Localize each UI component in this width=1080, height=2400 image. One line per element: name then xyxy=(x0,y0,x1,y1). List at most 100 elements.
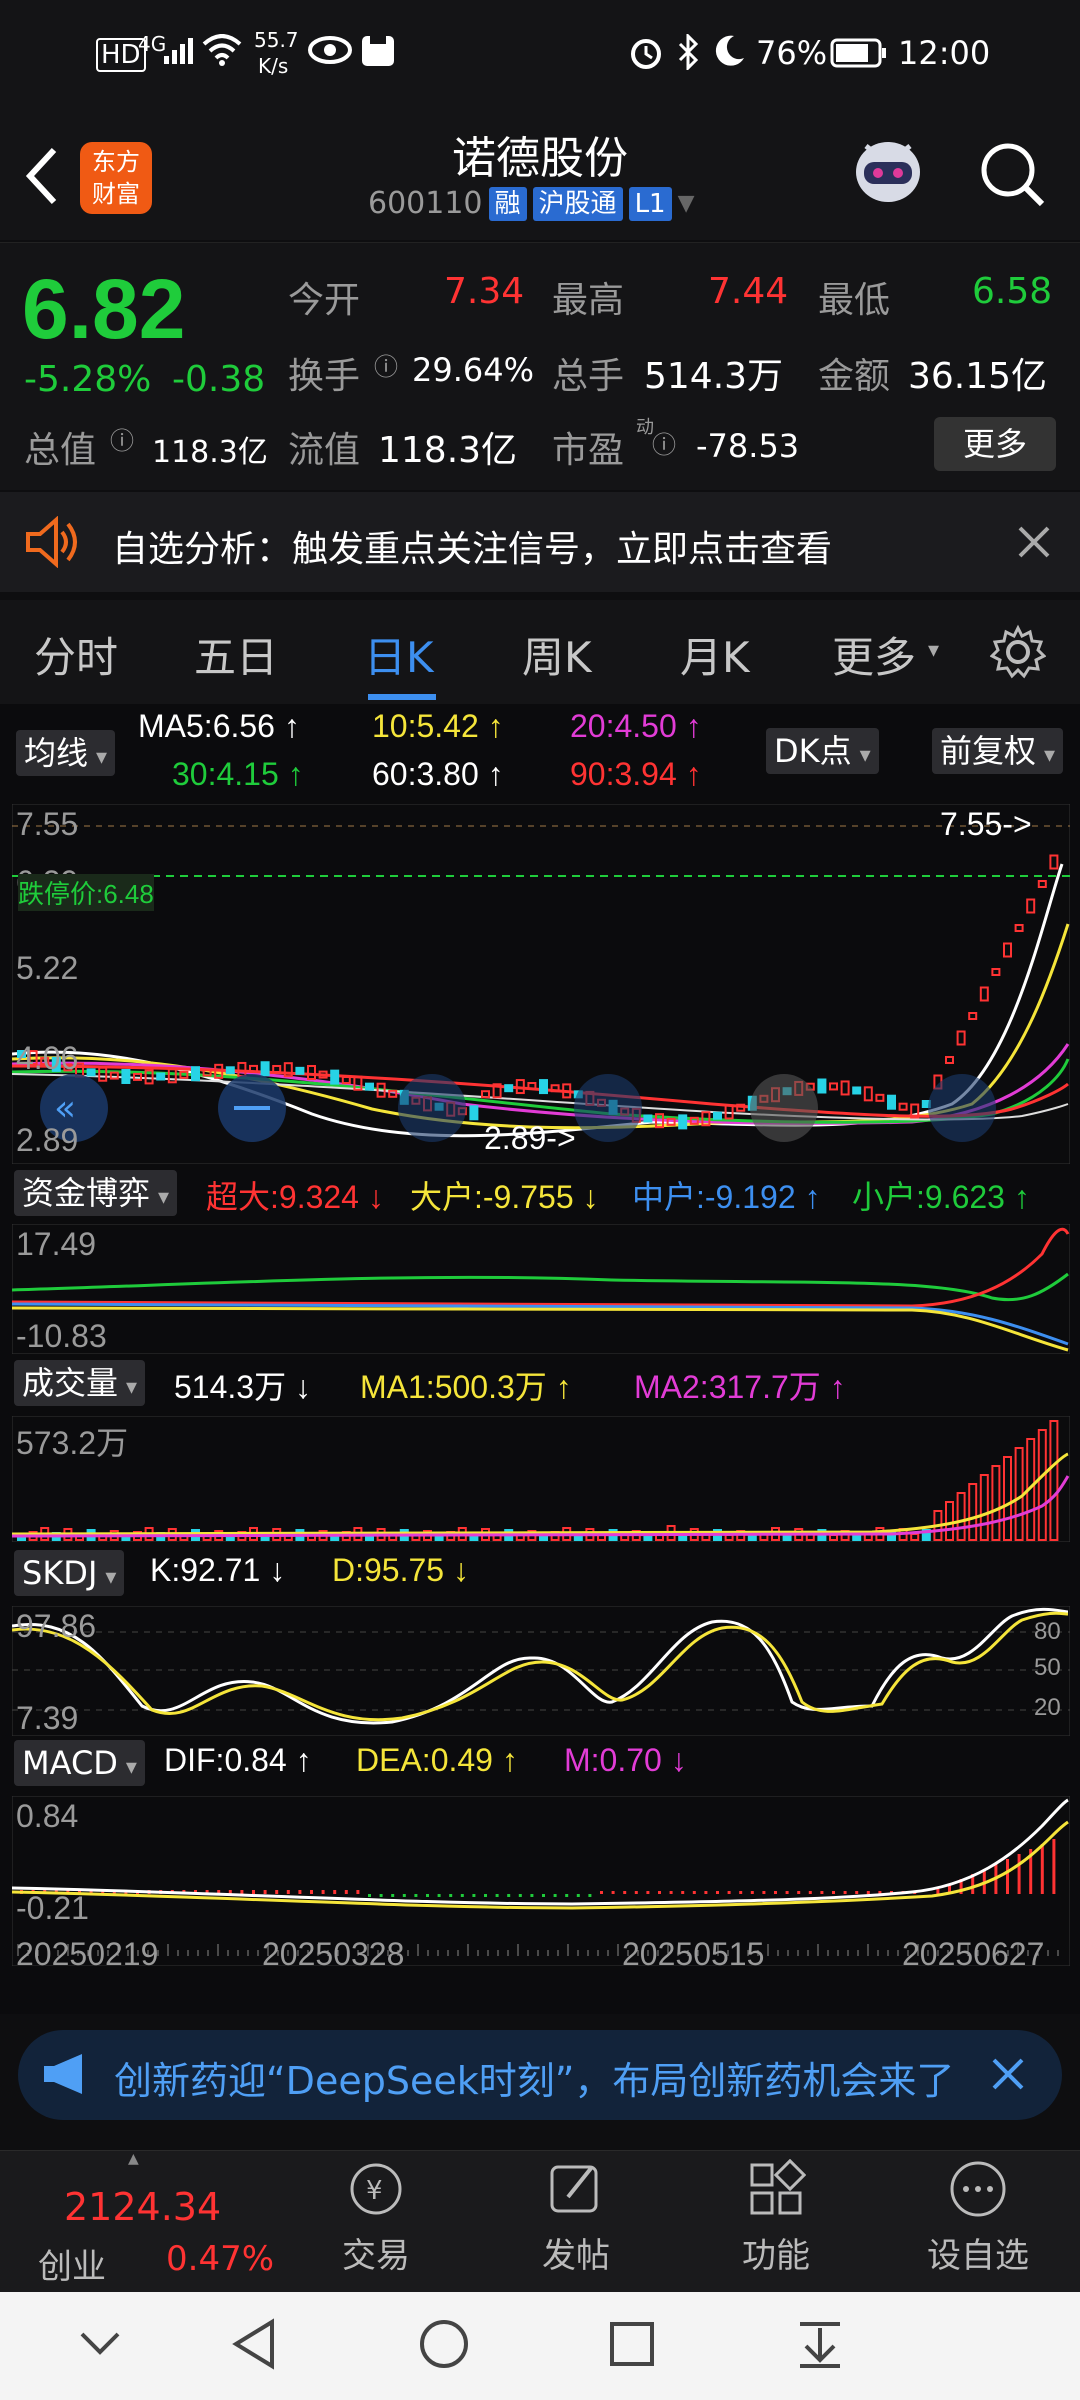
nav-add-watchlist[interactable]: 设自选 xyxy=(898,2159,1058,2277)
macd-bar xyxy=(507,1894,511,1897)
index-name: 创业 xyxy=(38,2247,106,2287)
chevron-down-icon[interactable]: ▼ xyxy=(678,191,695,216)
more-button[interactable]: 更多 xyxy=(934,417,1056,471)
macd-bar xyxy=(1017,1854,1021,1894)
grid-icon xyxy=(750,2158,807,2215)
info-icon[interactable]: ⓘ xyxy=(652,425,676,460)
volume-ma2-label: MA2:317.7万 ↑ xyxy=(634,1369,846,1405)
macd-bar xyxy=(588,1894,592,1897)
info-icon[interactable]: ⓘ xyxy=(374,347,398,382)
macd-bar xyxy=(646,1891,650,1894)
skdj-dropdown[interactable]: SKDJ xyxy=(14,1550,125,1596)
float-value: 118.3亿 xyxy=(378,430,518,471)
chevron-down-icon[interactable] xyxy=(78,2328,122,2362)
macd-bar xyxy=(797,1891,801,1894)
tab-daily-k[interactable]: 日K xyxy=(364,624,434,685)
tab-five-day[interactable]: 五日 xyxy=(194,624,278,685)
mcap-label: 总值 xyxy=(24,430,97,471)
tab-more[interactable]: 更多 xyxy=(832,624,916,685)
macd-bar xyxy=(344,1890,348,1894)
edit-icon xyxy=(550,2165,598,2213)
nav-post[interactable]: 发帖 xyxy=(496,2159,656,2277)
macd-bar xyxy=(379,1894,383,1897)
robot-assistant-icon[interactable] xyxy=(846,132,930,220)
min-price-marker: 2.89-> xyxy=(484,1120,576,1156)
net-speed-unit: K/s xyxy=(258,54,289,78)
info-icon[interactable]: ⓘ xyxy=(110,421,134,456)
volume-value: 514.3万 xyxy=(644,356,784,397)
home-nav-icon[interactable] xyxy=(418,2318,470,2374)
macd-bar xyxy=(681,1891,685,1894)
macd-bars xyxy=(20,1839,1056,1897)
tab-intraday[interactable]: 分时 xyxy=(34,624,118,685)
nav-functions-label: 功能 xyxy=(742,2236,810,2276)
back-nav-icon[interactable] xyxy=(230,2318,278,2374)
skdj-chart[interactable] xyxy=(12,1606,1070,1736)
skdj-d-label: D:95.75 ↓ xyxy=(332,1552,469,1588)
fq-button[interactable]: 前复权 xyxy=(932,728,1064,774)
y-label-1: 7.55 xyxy=(16,806,79,842)
index-value[interactable]: 2124.34 xyxy=(64,2185,221,2229)
volume-ma1-label: MA1:500.3万 ↑ xyxy=(360,1369,572,1405)
candle xyxy=(1014,924,1024,932)
macd-bar xyxy=(321,1890,325,1894)
search-icon[interactable] xyxy=(978,140,1046,212)
margin-tag: 融 xyxy=(488,186,527,221)
macd-bar xyxy=(692,1891,696,1894)
nav-post-label: 发帖 xyxy=(542,2236,610,2276)
amount-value: 36.15亿 xyxy=(908,356,1048,397)
candle xyxy=(968,1012,978,1020)
macd-bar xyxy=(785,1891,789,1894)
battery-icon xyxy=(830,38,888,76)
ma-dropdown[interactable]: 均线 xyxy=(16,730,116,776)
current-price: 6.82 xyxy=(22,262,186,356)
volume-bar xyxy=(979,1474,989,1541)
fund-y-top: 17.49 xyxy=(16,1226,97,1262)
recents-nav-icon[interactable] xyxy=(608,2320,656,2372)
volume-bar xyxy=(852,1535,862,1541)
macd-bar xyxy=(704,1891,708,1894)
candle xyxy=(1037,880,1047,888)
macd-bar xyxy=(565,1894,569,1897)
download-nav-icon[interactable] xyxy=(796,2318,844,2374)
quote-panel: 6.82 -5.28% -0.38 总值 ⓘ 118.3亿 今开 7.34 最高… xyxy=(0,242,1080,490)
macd-bar xyxy=(727,1891,731,1894)
close-icon[interactable] xyxy=(1014,522,1054,571)
volume-y-top: 573.2万 xyxy=(16,1425,129,1461)
nav-functions[interactable]: 功能 xyxy=(696,2158,856,2277)
volume-bar xyxy=(968,1483,978,1541)
level-tag: L1 xyxy=(628,186,672,221)
fund-y-bottom: -10.83 xyxy=(16,1318,107,1354)
volume-value-label: 514.3万 ↓ xyxy=(174,1369,311,1405)
volume-chart[interactable] xyxy=(12,1416,1070,1542)
volume-bar xyxy=(945,1501,954,1541)
macd-dropdown[interactable]: MACD xyxy=(14,1740,145,1786)
chevron-down-icon[interactable]: ▾ xyxy=(928,638,939,663)
volume-dropdown[interactable]: 成交量 xyxy=(14,1360,146,1406)
kline-chart[interactable]: « xyxy=(12,804,1070,1164)
fund-flow-dropdown[interactable]: 资金博弈 xyxy=(14,1170,178,1216)
dk-button[interactable]: DK点 xyxy=(766,728,879,774)
index-change: 0.47% xyxy=(166,2239,275,2279)
stock-code-row: 600110 融 沪股通 L1 ▼ xyxy=(368,186,695,221)
macd-bar xyxy=(658,1891,661,1894)
gear-icon[interactable] xyxy=(989,624,1047,684)
tab-monthly-k[interactable]: 月K xyxy=(680,624,750,685)
chart-area[interactable]: 均线 MA5:6.56 ↑ 10:5.42 ↑ 20:4.50 ↑ 30:4.1… xyxy=(0,704,1080,2014)
volume-bar xyxy=(747,1535,757,1541)
nav-trade[interactable]: ¥ 交易 xyxy=(296,2159,456,2277)
alarm-icon xyxy=(628,34,664,78)
macd-bar xyxy=(669,1891,673,1894)
close-icon[interactable] xyxy=(986,2052,1030,2105)
pe-label: 市盈 xyxy=(552,430,625,471)
tab-weekly-k[interactable]: 周K xyxy=(522,624,592,685)
fund-flow-chart[interactable] xyxy=(12,1224,1070,1354)
macd-bar xyxy=(739,1891,743,1894)
stock-code: 600110 xyxy=(368,186,483,221)
skdj-y-top: 97.86 xyxy=(16,1608,97,1644)
candle xyxy=(86,1068,96,1077)
notice-bar[interactable]: 自选分析：触发重点关注信号，立即点击查看 xyxy=(0,492,1080,592)
active-tab-indicator xyxy=(368,694,436,700)
macd-bar xyxy=(623,1891,627,1894)
ad-banner[interactable]: 创新药迎“DeepSeek时刻”，布局创新药机会来了 xyxy=(18,2030,1062,2120)
